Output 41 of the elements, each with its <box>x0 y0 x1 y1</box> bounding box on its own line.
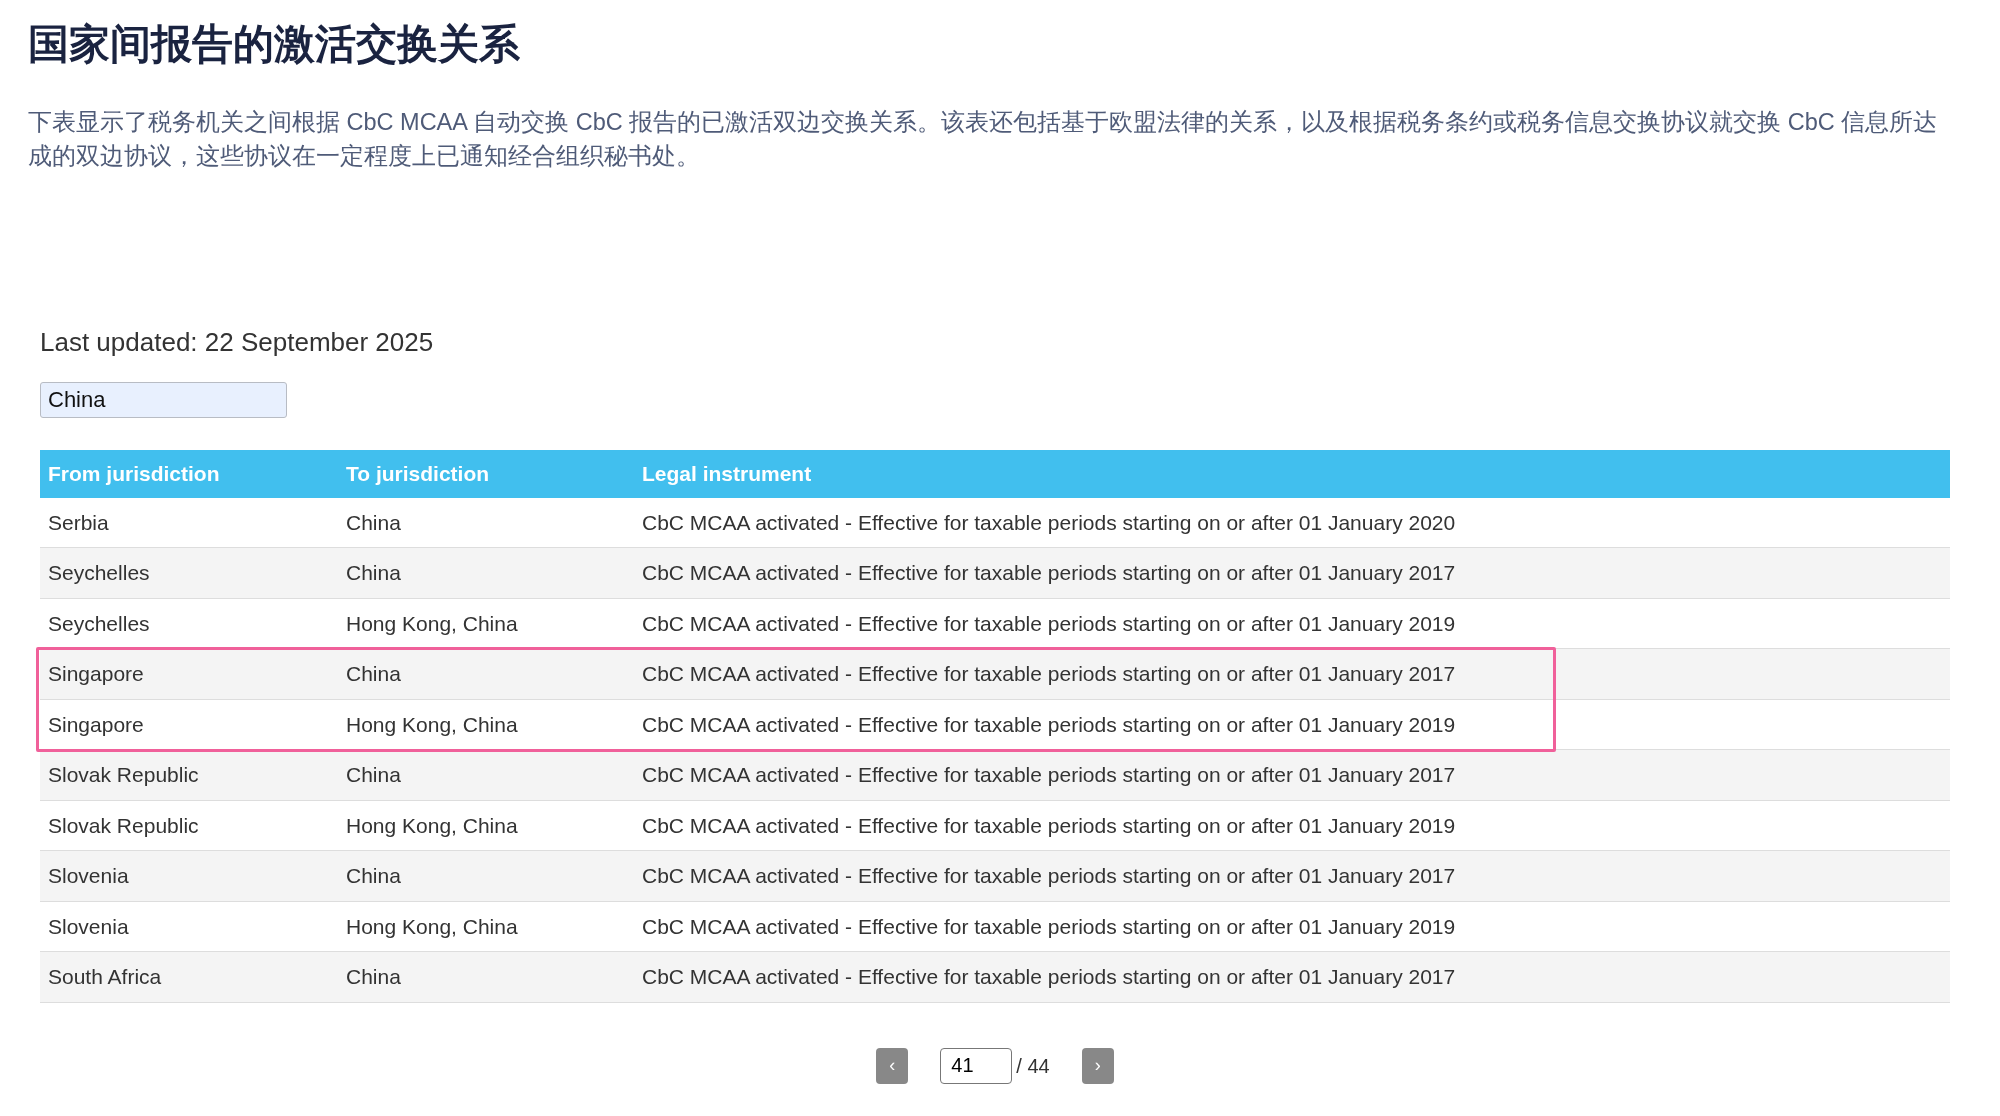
column-header: To jurisdiction <box>338 450 634 498</box>
column-header: From jurisdiction <box>40 450 338 498</box>
table-cell: CbC MCAA activated - Effective for taxable periods starting on or after 01 January 2017 <box>634 850 1950 902</box>
table-cell: Serbia <box>40 497 338 548</box>
table-cell: CbC MCAA activated - Effective for taxable periods starting on or after 01 January 2017 <box>634 648 1950 700</box>
next-page-button[interactable]: › <box>1081 1047 1114 1084</box>
table-cell: CbC MCAA activated - Effective for taxable periods starting on or after 01 January 2019 <box>634 598 1950 649</box>
table-cell: Hong Kong, China <box>338 800 634 851</box>
table-cell: China <box>338 749 634 801</box>
table-cell: CbC MCAA activated - Effective for taxable periods starting on or after 01 January 2017 <box>634 547 1950 599</box>
table-cell: Slovak Republic <box>40 800 338 851</box>
table-cell: Singapore <box>40 648 338 700</box>
table-cell: China <box>338 648 634 700</box>
table-cell: China <box>338 850 634 902</box>
table-cell: CbC MCAA activated - Effective for taxable periods starting on or after 01 January 2017 <box>634 951 1950 1003</box>
description-paragraph: 下表显示了税务机关之间根据 CbC MCAA 自动交换 CbC 报告的已激活双边交换关系。该表还包括基于欧盟法律的关系，以及根据税务条约或税务信息交换协议就交换 CbC 信息所达成的双边协议，这些协议在一定程度上已通知经合组织秘书处。 <box>28 108 1939 172</box>
last-updated-text: Last updated: 22 September 2025 <box>40 326 435 360</box>
table-cell: Hong Kong, China <box>338 699 634 750</box>
table-cell: China <box>338 497 634 548</box>
table-cell: Hong Kong, China <box>338 901 634 952</box>
filter-field[interactable]: China <box>40 382 287 419</box>
table-cell: CbC MCAA activated - Effective for taxable periods starting on or after 01 January 2017 <box>634 749 1950 801</box>
table-cell: Hong Kong, China <box>338 598 634 649</box>
table-cell: Seychelles <box>40 547 338 599</box>
page-number-field[interactable]: 41 <box>940 1047 1013 1084</box>
table-cell: CbC MCAA activated - Effective for taxable periods starting on or after 01 January 2019 <box>634 800 1950 851</box>
table-cell: Slovak Republic <box>40 749 338 801</box>
table-cell: CbC MCAA activated - Effective for taxable periods starting on or after 01 January 2019 <box>634 699 1950 750</box>
table-cell: Seychelles <box>40 598 338 649</box>
page-title: 国家间报告的激活交换关系 <box>28 20 521 69</box>
table-cell: CbC MCAA activated - Effective for taxable periods starting on or after 01 January 2020 <box>634 497 1950 548</box>
table-cell: South Africa <box>40 951 338 1003</box>
table-cell: CbC MCAA activated - Effective for taxable periods starting on or after 01 January 2019 <box>634 901 1950 952</box>
table-cell: Slovenia <box>40 901 338 952</box>
table-cell: China <box>338 547 634 599</box>
column-header: Legal instrument <box>634 450 1950 498</box>
page-total-text: / 44 <box>1016 1053 1050 1079</box>
table-cell: Slovenia <box>40 850 338 902</box>
table-cell: Singapore <box>40 699 338 750</box>
table-cell: China <box>338 951 634 1003</box>
previous-page-button[interactable]: ‹ <box>876 1047 909 1084</box>
